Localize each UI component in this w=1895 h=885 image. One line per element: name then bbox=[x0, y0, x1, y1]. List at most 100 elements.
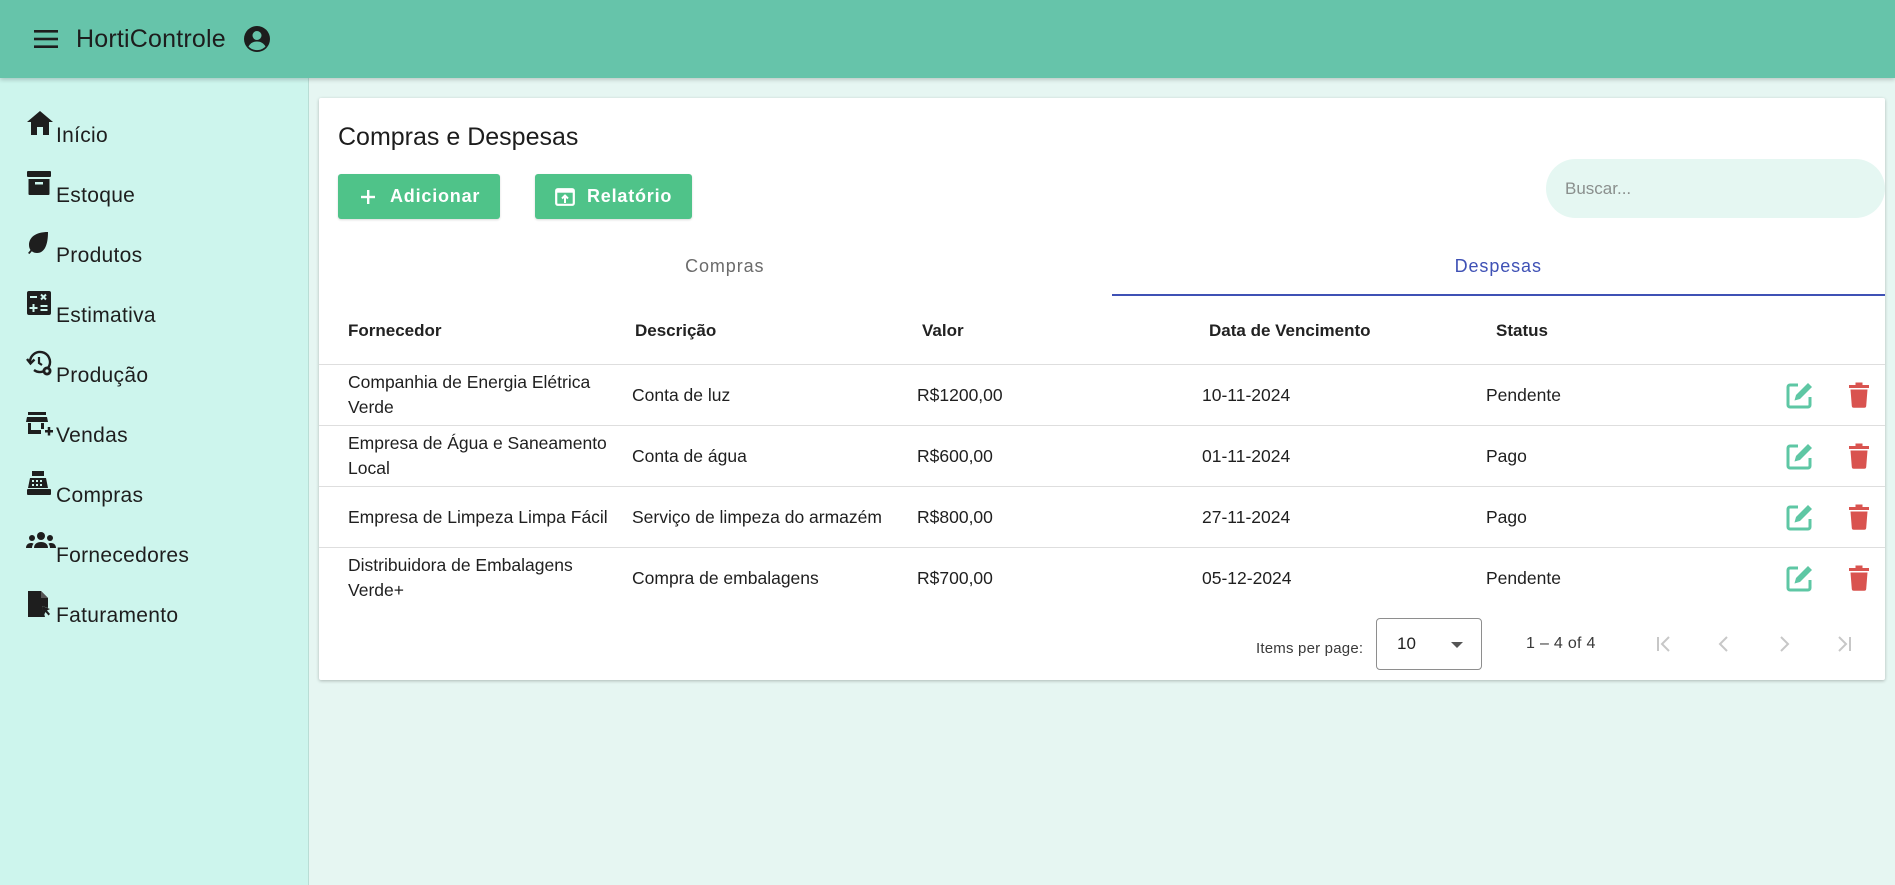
tab-group: Compras Despesas bbox=[338, 236, 1885, 296]
edit-button[interactable] bbox=[1785, 563, 1815, 593]
chevron-left-icon bbox=[1718, 636, 1728, 652]
tab-compras[interactable]: Compras bbox=[338, 236, 1112, 296]
account-circle-icon bbox=[243, 26, 270, 52]
cell-descricao: Conta de água bbox=[632, 445, 747, 466]
account-button[interactable] bbox=[240, 22, 274, 56]
add-button[interactable]: Adicionar bbox=[338, 174, 501, 219]
trash-icon bbox=[1849, 504, 1869, 530]
column-header-fornecedor[interactable]: Fornecedor bbox=[348, 296, 442, 365]
edit-icon bbox=[1786, 444, 1812, 470]
cell-status: Pendente bbox=[1486, 384, 1561, 405]
cell-descricao: Serviço de limpeza do armazém bbox=[632, 506, 882, 527]
calculator-icon bbox=[26, 290, 56, 320]
cell-fornecedor: Empresa de Limpeza Limpa Fácil bbox=[348, 506, 608, 527]
previous-page-button[interactable] bbox=[1708, 628, 1740, 660]
cell-data-vencimento: 27-11-2024 bbox=[1202, 506, 1291, 527]
report-button[interactable]: Relatório bbox=[535, 174, 693, 219]
cell-status: Pendente bbox=[1486, 567, 1561, 588]
file-pointer-icon bbox=[26, 590, 56, 620]
page-size-select[interactable]: 10 bbox=[1376, 618, 1482, 670]
group-icon bbox=[26, 530, 56, 560]
table-row: Distribuidora de Embalagens Verde+ Compr… bbox=[319, 548, 1885, 609]
chevron-right-icon bbox=[1780, 636, 1790, 652]
trash-icon bbox=[1849, 565, 1869, 591]
cell-valor: R$700,00 bbox=[917, 567, 993, 588]
trash-icon bbox=[1849, 382, 1869, 408]
report-export-icon bbox=[555, 187, 575, 207]
cell-fornecedor: Distribuidora de Embalagens Verde+ bbox=[348, 555, 573, 600]
paginator: Items per page: 10 1 – 4 of 4 bbox=[319, 618, 1885, 678]
sidebar-item-fornecedores[interactable]: Fornecedores bbox=[26, 532, 189, 568]
sidebar-item-label: Início bbox=[56, 124, 108, 147]
page-range-label: 1 – 4 of 4 bbox=[1526, 635, 1596, 652]
cell-status: Pago bbox=[1486, 445, 1527, 466]
delete-button[interactable] bbox=[1844, 441, 1874, 471]
sidebar-item-estimativa[interactable]: Estimativa bbox=[26, 290, 156, 328]
sidebar-item-label: Produção bbox=[56, 364, 149, 387]
sidebar-item-producao[interactable]: Produção bbox=[26, 350, 149, 388]
delete-button[interactable] bbox=[1844, 502, 1874, 532]
sidebar-item-label: Estimativa bbox=[56, 304, 156, 327]
history-gear-icon bbox=[26, 350, 56, 380]
edit-button[interactable] bbox=[1785, 380, 1815, 410]
menu-icon bbox=[34, 30, 58, 48]
last-page-icon bbox=[1838, 636, 1851, 652]
sidebar-item-produtos[interactable]: Produtos bbox=[26, 232, 142, 268]
home-icon bbox=[26, 110, 56, 140]
cell-fornecedor: Empresa de Água e Saneamento Local bbox=[348, 433, 607, 478]
first-page-icon bbox=[1657, 636, 1670, 652]
tab-despesas[interactable]: Despesas bbox=[1111, 236, 1886, 296]
delete-button[interactable] bbox=[1844, 563, 1874, 593]
edit-icon bbox=[1786, 383, 1812, 409]
expenses-card: Compras e Despesas Adicionar Relatório C… bbox=[319, 98, 1885, 680]
sidebar-item-inicio[interactable]: Início bbox=[26, 110, 108, 148]
column-header-descricao[interactable]: Descrição bbox=[635, 296, 716, 365]
add-button-label: Adicionar bbox=[390, 186, 481, 206]
column-header-data-vencimento[interactable]: Data de Vencimento bbox=[1209, 296, 1371, 365]
search-input[interactable] bbox=[1546, 159, 1885, 218]
table-row: Companhia de Energia Elétrica Verde Cont… bbox=[319, 365, 1885, 426]
menu-button[interactable] bbox=[26, 19, 66, 59]
edit-button[interactable] bbox=[1785, 441, 1815, 471]
sidebar-item-label: Produtos bbox=[56, 244, 143, 267]
sidebar-item-label: Fornecedores bbox=[56, 544, 190, 567]
sidebar-item-compras[interactable]: Compras bbox=[26, 470, 144, 508]
leaf-icon bbox=[26, 230, 56, 260]
cell-data-vencimento: 01-11-2024 bbox=[1202, 445, 1291, 466]
edit-button[interactable] bbox=[1785, 502, 1815, 532]
sidebar-item-label: Compras bbox=[56, 484, 144, 507]
sidebar: Início Estoque Produtos Estimativa Produ… bbox=[0, 78, 309, 885]
top-app-bar: HortiControle bbox=[0, 0, 1895, 78]
cash-register-icon bbox=[26, 470, 56, 500]
cell-descricao: Compra de embalagens bbox=[632, 567, 819, 588]
last-page-button[interactable] bbox=[1828, 628, 1860, 660]
page-title: Compras e Despesas bbox=[338, 123, 579, 151]
next-page-button[interactable] bbox=[1768, 628, 1800, 660]
first-page-button[interactable] bbox=[1648, 628, 1680, 660]
cell-valor: R$600,00 bbox=[917, 445, 993, 466]
column-header-status[interactable]: Status bbox=[1496, 296, 1548, 365]
items-per-page-label: Items per page: bbox=[1256, 639, 1364, 657]
app-title: HortiControle bbox=[76, 24, 226, 53]
cell-valor: R$800,00 bbox=[917, 506, 993, 527]
dropdown-arrow-icon bbox=[1451, 642, 1463, 648]
delete-button[interactable] bbox=[1844, 380, 1874, 410]
column-header-valor[interactable]: Valor bbox=[922, 296, 964, 365]
page-size-value: 10 bbox=[1397, 634, 1416, 653]
table-header: Fornecedor Descrição Valor Data de Venci… bbox=[319, 296, 1885, 365]
cell-fornecedor: Companhia de Energia Elétrica Verde bbox=[348, 372, 591, 417]
archive-icon bbox=[26, 170, 56, 200]
sidebar-item-vendas[interactable]: Vendas bbox=[26, 412, 128, 448]
cell-data-vencimento: 10-11-2024 bbox=[1202, 384, 1291, 405]
table-row: Empresa de Água e Saneamento Local Conta… bbox=[319, 426, 1885, 487]
cell-status: Pago bbox=[1486, 506, 1527, 527]
report-button-label: Relatório bbox=[587, 186, 673, 206]
sidebar-item-faturamento[interactable]: Faturamento bbox=[26, 590, 179, 628]
store-add-icon bbox=[26, 410, 56, 440]
cell-valor: R$1200,00 bbox=[917, 384, 1003, 405]
sidebar-item-label: Faturamento bbox=[56, 604, 179, 627]
sidebar-item-label: Estoque bbox=[56, 184, 136, 207]
sidebar-item-estoque[interactable]: Estoque bbox=[26, 170, 136, 208]
cell-descricao: Conta de luz bbox=[632, 384, 731, 405]
trash-icon bbox=[1849, 443, 1869, 469]
